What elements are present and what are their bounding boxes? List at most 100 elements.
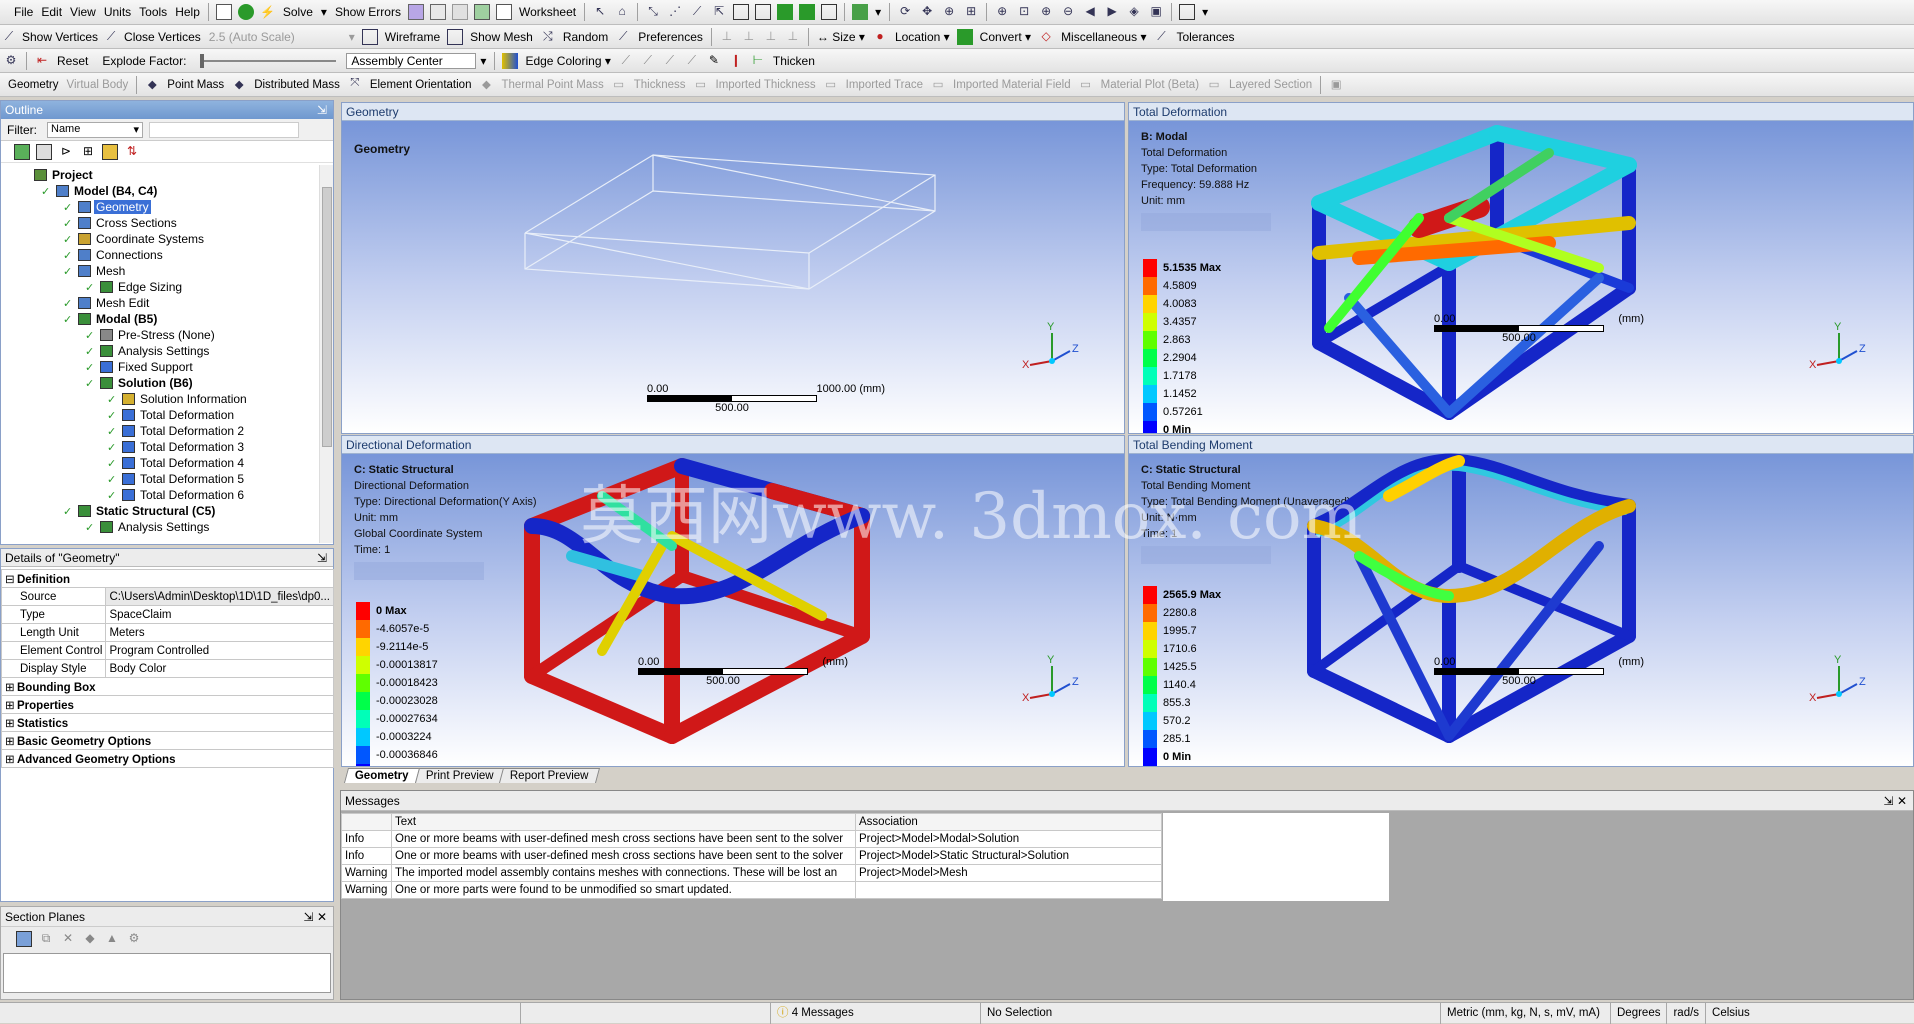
extra-tool-icon[interactable]: ▣ bbox=[1328, 77, 1344, 93]
tolerances-button[interactable]: Tolerances bbox=[1172, 30, 1238, 44]
refresh-tree-icon[interactable] bbox=[14, 143, 30, 160]
expand-icon[interactable]: ⊞ bbox=[5, 716, 17, 730]
details-value[interactable]: Meters bbox=[105, 623, 334, 642]
edge-tool-4-icon[interactable]: ⟋ bbox=[684, 53, 700, 69]
expand-icon[interactable]: ⊞ bbox=[5, 680, 17, 694]
outline-scroll-thumb[interactable] bbox=[322, 187, 332, 447]
edge-tool-1-icon[interactable]: ⟋ bbox=[618, 53, 634, 69]
check-icon[interactable] bbox=[237, 4, 254, 20]
wireframe-button[interactable]: Wireframe bbox=[381, 30, 444, 44]
tree-item[interactable]: ✓ Analysis Settings bbox=[9, 519, 319, 535]
cube-view-icon[interactable] bbox=[852, 4, 869, 20]
expand-icon[interactable]: ⊳ bbox=[58, 144, 74, 160]
filter-select[interactable]: Name ▾ bbox=[47, 121, 143, 138]
details-row[interactable]: Display Style Body Color bbox=[0, 659, 334, 678]
axis-xy-icon[interactable]: ⊥ bbox=[785, 29, 801, 45]
axis-z-icon[interactable]: ⊥ bbox=[763, 29, 779, 45]
thicken-button[interactable]: Thicken bbox=[769, 54, 819, 68]
details-row[interactable]: Type SpaceClaim bbox=[0, 605, 334, 624]
axis-y-icon[interactable]: ⊥ bbox=[741, 29, 757, 45]
worksheet-icon[interactable] bbox=[495, 4, 512, 20]
details-row[interactable]: Element Control Program Controlled bbox=[0, 641, 334, 660]
tree-item[interactable]: ✓ Total Deformation 6 bbox=[9, 487, 319, 503]
tree-item[interactable]: ✓ Solution Information bbox=[9, 391, 319, 407]
message-row[interactable]: Info One or more beams with user-defined … bbox=[341, 847, 1162, 865]
zoom-out-icon[interactable]: ⊖ bbox=[1060, 4, 1076, 20]
location-button[interactable]: Location ▾ bbox=[891, 30, 954, 44]
assembly-center-dropdown-icon[interactable]: ▾ bbox=[476, 54, 490, 68]
filter-input[interactable] bbox=[149, 121, 299, 138]
section-cap-icon[interactable]: ▲ bbox=[104, 931, 120, 947]
thermal-point-mass-button[interactable]: Thermal Point Mass bbox=[497, 79, 607, 91]
edge-tool-5-icon[interactable]: ✎ bbox=[706, 53, 722, 69]
iso-view-icon[interactable]: ◈ bbox=[1126, 4, 1142, 20]
thicken-toggle-icon[interactable]: ❙ bbox=[728, 53, 744, 69]
cursor-icon[interactable]: ↖ bbox=[592, 4, 608, 20]
view-dropdown-icon[interactable]: ▾ bbox=[871, 5, 885, 19]
chart-icon[interactable] bbox=[451, 4, 468, 20]
details-group-row[interactable]: ⊞ Advanced Geometry Options bbox=[1, 749, 334, 768]
vertex-icon[interactable]: ⋰ bbox=[667, 4, 683, 20]
imported-material-field-button[interactable]: Imported Material Field bbox=[949, 79, 1075, 91]
tag-icon[interactable]: ⌂ bbox=[614, 4, 630, 20]
show-mesh-button[interactable]: Show Mesh bbox=[466, 30, 537, 44]
edge-tool-2-icon[interactable]: ⟋ bbox=[640, 53, 656, 69]
worksheet-button[interactable]: Worksheet bbox=[515, 5, 580, 19]
tree-item[interactable]: ✓ Fixed Support bbox=[9, 359, 319, 375]
tree-item[interactable]: ✓ Mesh Edit bbox=[9, 295, 319, 311]
details-row[interactable]: Length Unit Meters bbox=[0, 623, 334, 642]
tree-item[interactable]: ✓ Total Deformation bbox=[9, 407, 319, 423]
pin-icon[interactable]: ⇲ bbox=[317, 101, 333, 119]
tree-item[interactable]: ✓ Total Deformation 5 bbox=[9, 471, 319, 487]
zoom-icon[interactable]: ⊕ bbox=[941, 4, 957, 20]
viewport-total-bending-moment[interactable]: Total Bending Moment C: Static Structura… bbox=[1128, 435, 1914, 767]
details-row[interactable]: Source C:\Users\Admin\Desktop\1D\1D_files… bbox=[0, 587, 334, 606]
new-section-icon[interactable] bbox=[215, 4, 232, 20]
pan-icon[interactable]: ✥ bbox=[919, 4, 935, 20]
status-temperature-unit[interactable]: Celsius bbox=[1705, 1002, 1756, 1024]
section-view-icon[interactable]: ◆ bbox=[82, 931, 98, 947]
new-section-plane-icon[interactable] bbox=[16, 931, 32, 947]
status-unit-system[interactable]: Metric (mm, kg, N, s, mV, mA) bbox=[1440, 1002, 1610, 1024]
tree-item[interactable]: ✓ Total Deformation 4 bbox=[9, 455, 319, 471]
point-mass-button[interactable]: Point Mass bbox=[163, 79, 228, 91]
tree-item[interactable]: ✓ Modal (B5) bbox=[9, 311, 319, 327]
select-body-icon[interactable] bbox=[755, 4, 772, 20]
random-button[interactable]: Random bbox=[559, 30, 612, 44]
section-settings-icon[interactable]: ⚙ bbox=[126, 931, 142, 947]
imported-trace-button[interactable]: Imported Trace bbox=[842, 79, 927, 91]
menu-tools[interactable]: Tools bbox=[135, 5, 171, 19]
status-angle-unit[interactable]: Degrees bbox=[1610, 1002, 1666, 1024]
close-vertices-button[interactable]: Close Vertices bbox=[120, 30, 205, 44]
explode-icon[interactable]: ⚙ bbox=[3, 53, 19, 69]
thickness-button[interactable]: Thickness bbox=[630, 79, 690, 91]
face-icon[interactable]: ⇱ bbox=[711, 4, 727, 20]
expand-icon[interactable]: ⊞ bbox=[5, 734, 17, 748]
tree-item[interactable]: ✓ Cross Sections bbox=[9, 215, 319, 231]
menu-edit[interactable]: Edit bbox=[37, 5, 66, 19]
menu-view[interactable]: View bbox=[66, 5, 100, 19]
details-pin-icon[interactable]: ⇲ bbox=[317, 549, 333, 566]
sort-icon[interactable]: ⇅ bbox=[124, 144, 140, 160]
auto-scale-select[interactable]: 2.5 (Auto Scale) bbox=[205, 30, 345, 44]
tree-item[interactable]: ✓ Pre-Stress (None) bbox=[9, 327, 319, 343]
graphics-icon[interactable] bbox=[407, 4, 424, 20]
outline-scrollbar[interactable] bbox=[319, 165, 333, 543]
viewport-total-deformation[interactable]: Total Deformation B: Modal Total Deformat… bbox=[1128, 102, 1914, 434]
show-errors-button[interactable]: Show Errors bbox=[331, 5, 405, 19]
details-value[interactable]: C:\Users\Admin\Desktop\1D\1D_files\dp0..… bbox=[105, 587, 334, 606]
messages-column-header[interactable] bbox=[341, 813, 392, 831]
section-close-icon[interactable]: ✕ bbox=[317, 910, 327, 924]
green-box-icon[interactable] bbox=[777, 4, 794, 20]
box-zoom-icon[interactable]: ⊞ bbox=[963, 4, 979, 20]
details-value[interactable]: Program Controlled bbox=[105, 641, 334, 660]
details-group-row[interactable]: ⊟ Definition bbox=[1, 569, 334, 588]
preferences-button[interactable]: Preferences bbox=[634, 30, 707, 44]
rotate-icon[interactable]: ⟳ bbox=[897, 4, 913, 20]
menu-help[interactable]: Help bbox=[171, 5, 204, 19]
lightning-icon[interactable]: ⚡ bbox=[260, 4, 276, 20]
virtual-body-button[interactable]: Virtual Body bbox=[63, 79, 133, 91]
message-row[interactable]: Warning The imported model assembly conta… bbox=[341, 864, 1162, 882]
edge-tool-3-icon[interactable]: ⟋ bbox=[662, 53, 678, 69]
message-row[interactable]: Warning One or more parts were found to b… bbox=[341, 881, 1162, 899]
